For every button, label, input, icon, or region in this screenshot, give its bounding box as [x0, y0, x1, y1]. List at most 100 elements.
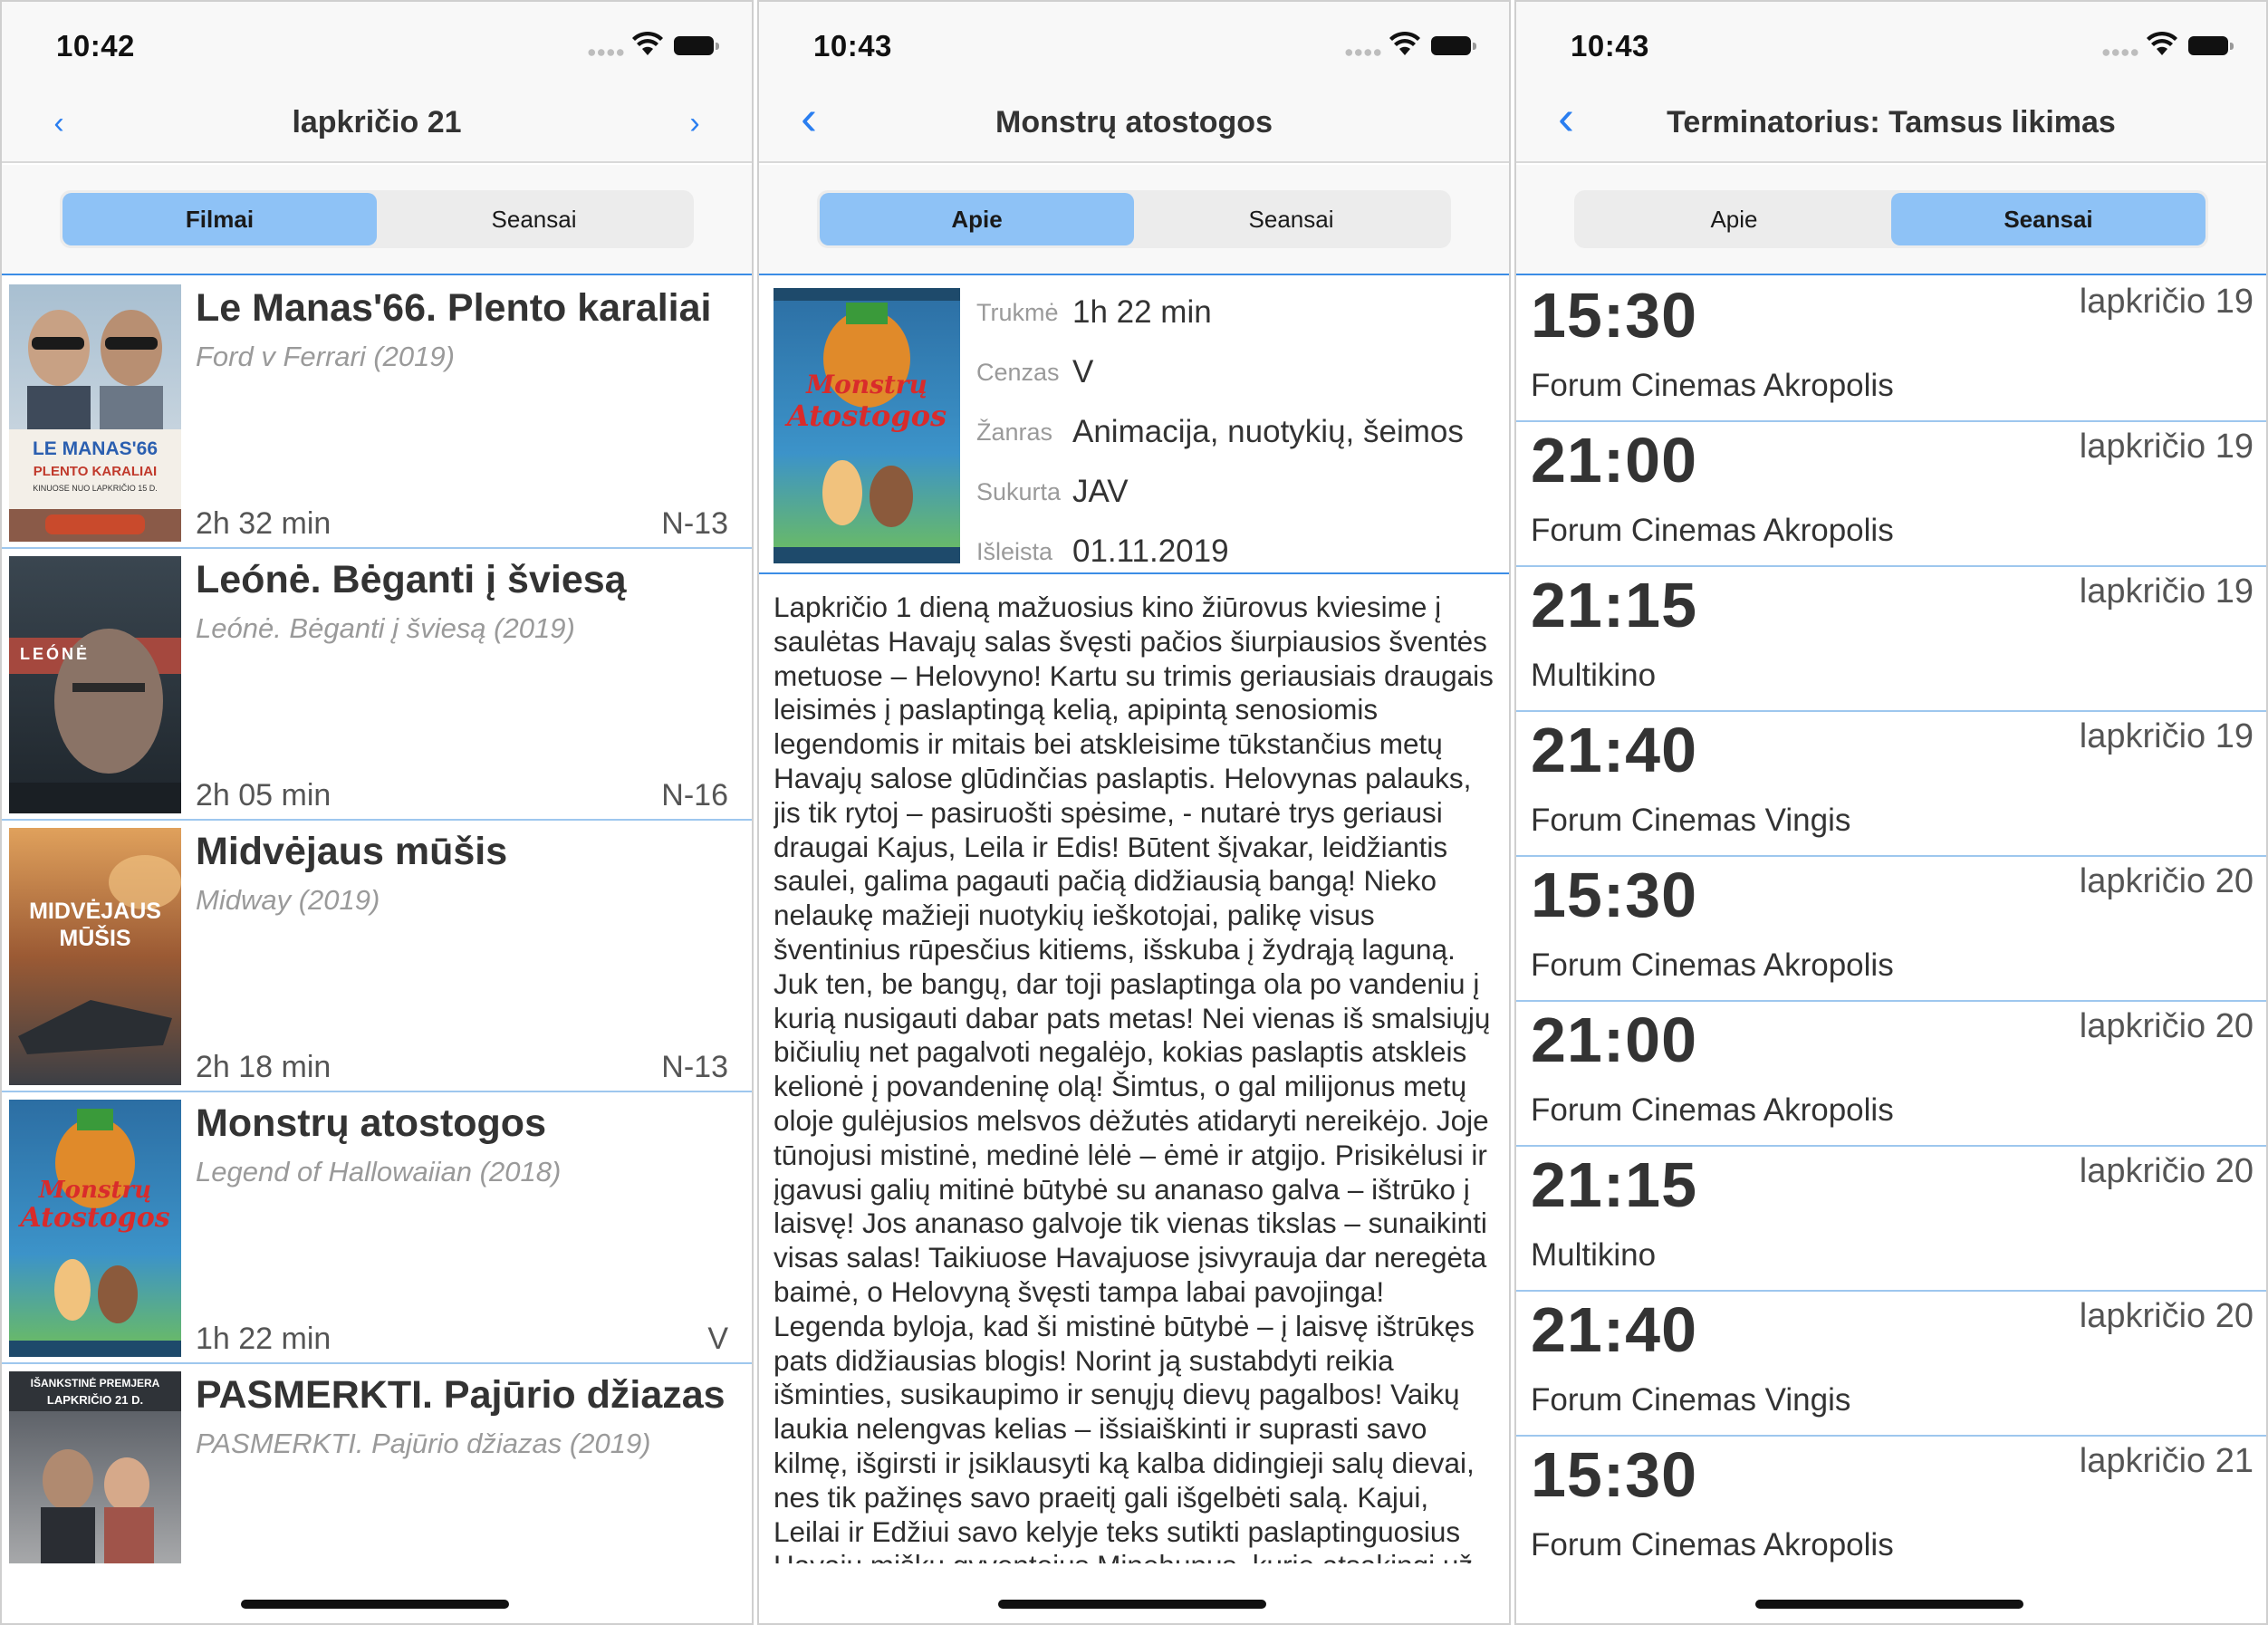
tab-seansai[interactable]: Seansai: [1134, 193, 1448, 245]
session-row[interactable]: 21:40 lapkričio 20 Forum Cinemas Vingis: [1516, 1292, 2266, 1437]
session-row[interactable]: 21:40 lapkričio 19 Forum Cinemas Vingis: [1516, 712, 2266, 857]
next-day-button[interactable]: ›: [672, 100, 717, 147]
session-cinema: Forum Cinemas Akropolis: [1531, 368, 1894, 403]
movie-row[interactable]: MIDVĖJAUS MŪŠIS Midvėjaus mūšis Midway (…: [2, 821, 752, 1092]
session-time: 21:15: [1531, 1149, 1698, 1220]
session-cinema: Forum Cinemas Vingis: [1531, 1382, 1851, 1418]
movie-duration: 2h 05 min: [196, 778, 332, 812]
battery-tip: [1473, 43, 1476, 50]
info-value: 01.11.2019: [1072, 534, 1229, 569]
cellular-signal-icon: [2101, 49, 2139, 56]
nav-title: Monstrų atostogos: [995, 105, 1273, 139]
home-indicator: [1755, 1600, 2023, 1609]
battery-icon: [674, 36, 714, 55]
session-row[interactable]: 21:15 lapkričio 20 Multikino: [1516, 1147, 2266, 1292]
cellular-signal-icon: [1344, 49, 1382, 56]
movie-original-title: Midway (2019): [196, 884, 380, 916]
back-button[interactable]: ‹: [1543, 93, 1589, 142]
svg-text:PLENTO KARALIAI: PLENTO KARALIAI: [34, 464, 157, 479]
nav-title: lapkričio 21: [292, 105, 462, 139]
status-time: 10:43: [1571, 29, 1649, 62]
battery-tip: [716, 43, 719, 50]
svg-text:Atostogos: Atostogos: [784, 399, 947, 433]
segment-area: Apie Seansai: [759, 165, 1509, 275]
status-bar: 10:43: [1516, 2, 2266, 92]
battery-icon: [2188, 36, 2228, 55]
battery-tip: [2230, 43, 2234, 50]
wifi-icon: [2147, 31, 2177, 55]
navigation-bar: ‹ lapkričio 21 ›: [2, 92, 752, 163]
info-label: Trukmė: [976, 298, 1059, 326]
navigation-bar: ‹ Terminatorius: Tamsus likimas: [1516, 92, 2266, 163]
status-icons: [1341, 31, 1476, 60]
session-row[interactable]: 15:30 lapkričio 21 Forum Cinemas Akropol…: [1516, 1437, 2266, 1563]
screen-movie-sessions: 10:43 ‹ Terminatorius: Tamsus likimas Ap…: [1514, 0, 2268, 1625]
segmented-control: Filmai Seansai: [60, 190, 694, 248]
session-time: 21:40: [1531, 715, 1698, 785]
movie-duration: 1h 22 min: [196, 1322, 332, 1356]
movie-duration: 2h 32 min: [196, 506, 332, 541]
movie-row[interactable]: IŠANKSTINĖ PREMJERA LAPKRIČIO 21 D. PASM…: [2, 1364, 752, 1563]
segment-area: Filmai Seansai: [2, 165, 752, 275]
nav-title: Terminatorius: Tamsus likimas: [1667, 105, 2116, 139]
session-cinema: Forum Cinemas Akropolis: [1531, 1527, 1894, 1562]
tab-filmai[interactable]: Filmai: [62, 193, 377, 245]
session-row[interactable]: 15:30 lapkričio 19 Forum Cinemas Akropol…: [1516, 277, 2266, 422]
info-value: Animacija, nuotykių, šeimos: [1072, 414, 1464, 449]
wifi-icon: [632, 31, 663, 55]
info-label: Išleista: [976, 537, 1053, 565]
session-time: 21:00: [1531, 1005, 1698, 1075]
session-row[interactable]: 21:15 lapkričio 19 Multikino: [1516, 567, 2266, 712]
movie-title: Monstrų atostogos: [196, 1101, 546, 1145]
tab-seansai[interactable]: Seansai: [1891, 193, 2206, 245]
movie-poster: Monstrų Atostogos: [774, 288, 960, 563]
movie-poster: LE MANAS'66 PLENTO KARALIAI KINUOSE NUO …: [9, 284, 181, 542]
movie-row[interactable]: Monstrų Atostogos Monstrų atostogos Lege…: [2, 1092, 752, 1364]
movie-age-rating: N-13: [661, 1050, 728, 1084]
session-date: lapkričio 21: [2079, 1442, 2254, 1480]
session-cinema: Forum Cinemas Vingis: [1531, 803, 1851, 838]
tab-apie[interactable]: Apie: [1577, 193, 1891, 245]
movie-row[interactable]: LE MANAS'66 PLENTO KARALIAI KINUOSE NUO …: [2, 277, 752, 549]
svg-text:Monstrų: Monstrų: [805, 370, 927, 399]
wifi-icon: [1389, 31, 1420, 55]
back-button[interactable]: ‹: [786, 93, 831, 142]
svg-text:LAPKRIČIO 21 D.: LAPKRIČIO 21 D.: [47, 1393, 143, 1407]
movie-row[interactable]: LEÓNĖ Leónė. Bėganti į šviesą Leónė. Bėg…: [2, 549, 752, 821]
navigation-bar: ‹ Monstrų atostogos: [759, 92, 1509, 163]
info-value: 1h 22 min: [1072, 294, 1212, 330]
session-date: lapkričio 20: [2079, 1297, 2254, 1335]
movie-age-rating: N-16: [661, 778, 728, 812]
session-row[interactable]: 21:00 lapkričio 19 Forum Cinemas Akropol…: [1516, 422, 2266, 567]
svg-text:IŠANKSTINĖ PREMJERA: IŠANKSTINĖ PREMJERA: [31, 1376, 160, 1389]
battery-icon: [1431, 36, 1471, 55]
session-date: lapkričio 20: [2079, 1152, 2254, 1190]
session-date: lapkričio 20: [2079, 1007, 2254, 1045]
movie-title: Le Manas'66. Plento karaliai: [196, 286, 712, 330]
movie-description: Lapkričio 1 dieną mažuosius kino žiūrovu…: [774, 591, 1494, 1563]
screen-movies-list: 10:42 ‹ lapkričio 21 › Filmai Seansai LE…: [0, 0, 754, 1625]
segment-area: Apie Seansai: [1516, 165, 2266, 275]
cellular-signal-icon: [587, 49, 625, 56]
tab-seansai[interactable]: Seansai: [377, 193, 691, 245]
session-time: 21:40: [1531, 1294, 1698, 1365]
info-row-country: Sukurta JAV: [976, 462, 1484, 522]
movie-original-title: Leónė. Bėganti į šviesą (2019): [196, 612, 575, 644]
status-bar: 10:43: [759, 2, 1509, 92]
info-label: Žanras: [976, 418, 1053, 446]
movie-poster: LEÓNĖ: [9, 556, 181, 813]
info-row-release: Išleista 01.11.2019: [976, 522, 1484, 582]
movie-original-title: Ford v Ferrari (2019): [196, 341, 455, 372]
session-row[interactable]: 15:30 lapkričio 20 Forum Cinemas Akropol…: [1516, 857, 2266, 1002]
info-row-rating: Cenzas V: [976, 342, 1484, 402]
session-row[interactable]: 21:00 lapkričio 20 Forum Cinemas Akropol…: [1516, 1002, 2266, 1147]
movie-title: Leónė. Bėganti į šviesą: [196, 558, 627, 601]
session-date: lapkričio 19: [2079, 283, 2254, 321]
previous-day-button[interactable]: ‹: [36, 100, 82, 147]
session-cinema: Multikino: [1531, 1237, 1657, 1273]
info-label: Cenzas: [976, 358, 1060, 386]
tab-apie[interactable]: Apie: [820, 193, 1134, 245]
sessions-list: 15:30 lapkričio 19 Forum Cinemas Akropol…: [1516, 277, 2266, 1563]
status-bar: 10:42: [2, 2, 752, 92]
session-cinema: Forum Cinemas Akropolis: [1531, 1092, 1894, 1128]
